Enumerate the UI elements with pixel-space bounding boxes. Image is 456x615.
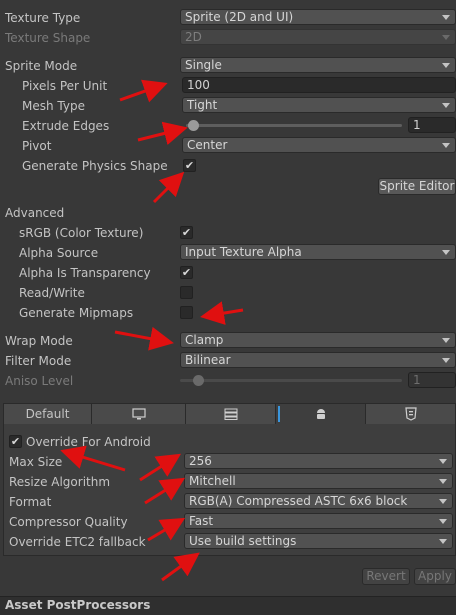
arrow-annotation-mipmaps [200, 301, 244, 325]
wrap-mode-dropdown[interactable]: Clamp [180, 332, 456, 348]
mesh-type-label: Mesh Type [22, 99, 85, 113]
alpha-source-value: Input Texture Alpha [185, 245, 302, 259]
aniso-level-label: Aniso Level [5, 374, 74, 388]
srgb-checkbox[interactable]: ✔ [180, 226, 193, 239]
asset-postprocessors-title: Asset PostProcessors [5, 598, 151, 612]
texture-type-value: Sprite (2D and UI) [185, 10, 294, 24]
aniso-slider-track [180, 379, 402, 382]
android-icon [316, 409, 325, 419]
resize-algorithm-label: Resize Algorithm [9, 475, 111, 489]
chevron-down-icon [442, 15, 450, 20]
tab-android[interactable] [276, 404, 366, 424]
sprite-mode-dropdown[interactable]: Single [180, 57, 456, 73]
sprite-mode-label: Sprite Mode [5, 59, 78, 73]
filter-mode-dropdown[interactable]: Bilinear [180, 352, 456, 368]
override-etc2-value: Use build settings [189, 534, 297, 548]
compressor-quality-dropdown[interactable]: Fast [184, 513, 453, 529]
max-size-dropdown[interactable]: 256 [184, 453, 453, 469]
pixels-per-unit-label: Pixels Per Unit [22, 79, 108, 93]
generate-mipmaps-label: Generate Mipmaps [19, 306, 134, 320]
sprite-mode-value: Single [185, 58, 222, 72]
texture-shape-value: 2D [185, 30, 202, 44]
texture-shape-dropdown: 2D [180, 29, 456, 45]
alpha-is-transparency-label: Alpha Is Transparency [19, 266, 151, 280]
generate-physics-shape-checkbox[interactable]: ✔ [183, 159, 196, 172]
chevron-down-icon [442, 338, 450, 343]
wrap-mode-label: Wrap Mode [5, 334, 73, 348]
texture-type-label: Texture Type [5, 11, 81, 25]
compressor-quality-label: Compressor Quality [9, 515, 128, 529]
tab-server[interactable] [186, 404, 276, 424]
override-etc2-label: Override ETC2 fallback [9, 535, 146, 549]
chevron-down-icon [442, 358, 450, 363]
asset-postprocessors-header[interactable]: Asset PostProcessors [0, 596, 456, 615]
tab-webgl[interactable] [366, 404, 455, 424]
pixels-per-unit-field[interactable]: 100 [182, 77, 456, 93]
server-icon [224, 408, 237, 420]
chevron-down-icon [439, 519, 447, 524]
chevron-down-icon [442, 143, 450, 148]
extrude-slider-track[interactable] [186, 124, 402, 127]
alpha-source-dropdown[interactable]: Input Texture Alpha [180, 244, 456, 260]
extrude-slider-handle[interactable] [188, 120, 199, 131]
override-etc2-dropdown[interactable]: Use build settings [184, 533, 453, 549]
pivot-value: Center [187, 138, 228, 152]
alpha-is-transparency-checkbox[interactable]: ✔ [180, 266, 193, 279]
max-size-label: Max Size [9, 455, 63, 469]
sprite-editor-button[interactable]: Sprite Editor [378, 178, 456, 195]
generate-mipmaps-checkbox[interactable] [180, 306, 193, 319]
max-size-value: 256 [189, 454, 212, 468]
tab-default[interactable]: Default [4, 404, 92, 424]
format-label: Format [9, 495, 52, 509]
read-write-checkbox[interactable] [180, 286, 193, 299]
chevron-down-icon [442, 250, 450, 255]
generate-physics-shape-label: Generate Physics Shape [22, 159, 168, 173]
aniso-level-field: 1 [408, 372, 456, 388]
extrude-edges-label: Extrude Edges [22, 119, 110, 133]
format-value: RGB(A) Compressed ASTC 6x6 block [189, 494, 408, 508]
arrow-annotation-physics [152, 171, 185, 204]
arrow-annotation-etc2 [161, 552, 200, 582]
resize-algorithm-dropdown[interactable]: Mitchell [184, 473, 453, 489]
chevron-down-icon [442, 63, 450, 68]
chevron-down-icon [439, 499, 447, 504]
texture-type-dropdown[interactable]: Sprite (2D and UI) [180, 9, 456, 25]
chevron-down-icon [439, 479, 447, 484]
chevron-down-icon [442, 35, 450, 40]
aniso-slider-handle [193, 375, 204, 386]
read-write-label: Read/Write [19, 286, 85, 300]
apply-button[interactable]: Apply [414, 568, 456, 585]
filter-mode-value: Bilinear [185, 353, 231, 367]
resize-algorithm-value: Mitchell [189, 474, 236, 488]
mesh-type-value: Tight [187, 98, 218, 112]
mesh-type-dropdown[interactable]: Tight [182, 97, 456, 113]
wrap-mode-value: Clamp [185, 333, 224, 347]
chevron-down-icon [439, 539, 447, 544]
texture-shape-label: Texture Shape [5, 31, 91, 45]
filter-mode-label: Filter Mode [5, 354, 72, 368]
revert-button[interactable]: Revert [362, 568, 410, 585]
chevron-down-icon [439, 459, 447, 464]
chevron-down-icon [442, 103, 450, 108]
override-android-label: Override For Android [26, 435, 151, 449]
pivot-dropdown[interactable]: Center [182, 137, 456, 153]
extrude-edges-field[interactable]: 1 [408, 117, 456, 133]
arrow-annotation-extrude [137, 121, 188, 146]
arrow-annotation-pixels-per-unit [119, 79, 168, 103]
override-android-checkbox[interactable]: ✔ [9, 435, 22, 448]
srgb-label: sRGB (Color Texture) [19, 226, 144, 240]
alpha-source-label: Alpha Source [19, 246, 99, 260]
pivot-label: Pivot [22, 139, 52, 153]
monitor-icon [131, 408, 146, 420]
arrow-annotation-wrap-mode [114, 326, 174, 351]
advanced-header[interactable]: Advanced [5, 205, 64, 221]
compressor-quality-value: Fast [189, 514, 214, 528]
format-dropdown[interactable]: RGB(A) Compressed ASTC 6x6 block [184, 493, 453, 509]
html5-icon [404, 407, 417, 421]
tab-standalone[interactable] [92, 404, 186, 424]
active-tab-indicator [278, 406, 280, 422]
